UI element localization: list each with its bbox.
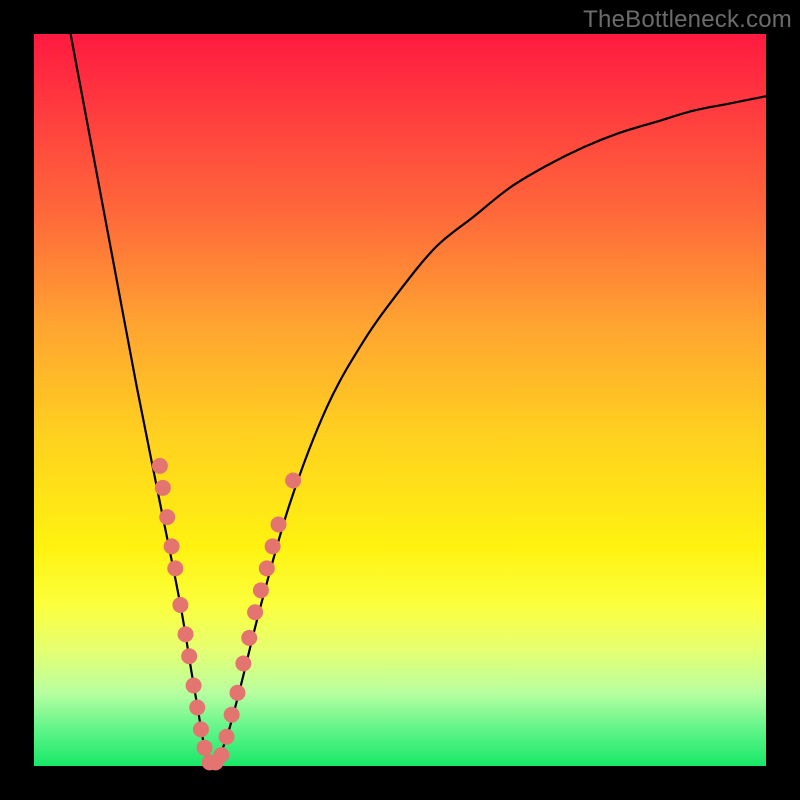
data-point [159, 509, 175, 525]
bottleneck-curve [71, 34, 766, 768]
data-point [193, 721, 209, 737]
data-point [230, 685, 246, 701]
data-point [186, 677, 202, 693]
data-point [253, 582, 269, 598]
data-point [241, 630, 257, 646]
data-points [152, 458, 301, 770]
data-point [219, 729, 235, 745]
data-point [155, 480, 171, 496]
data-point [181, 648, 197, 664]
data-point [265, 538, 281, 554]
data-point [189, 699, 205, 715]
data-point [172, 597, 188, 613]
chart-svg [34, 34, 766, 766]
data-point [164, 538, 180, 554]
chart-frame: TheBottleneck.com [0, 0, 800, 800]
data-point [285, 473, 301, 489]
data-point [247, 604, 263, 620]
data-point [178, 626, 194, 642]
data-point [270, 516, 286, 532]
data-point [235, 656, 251, 672]
data-point [213, 747, 229, 763]
data-point [167, 560, 183, 576]
data-point [197, 740, 213, 756]
watermark-text: TheBottleneck.com [583, 6, 792, 34]
plot-area [34, 34, 766, 766]
data-point [152, 458, 168, 474]
data-point [224, 707, 240, 723]
data-point [259, 560, 275, 576]
